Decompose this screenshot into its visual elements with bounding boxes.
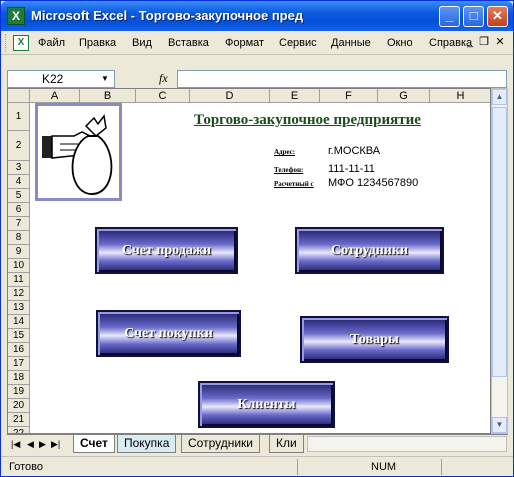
goods-button[interactable]: Товары [300,316,449,363]
account-label: Расчетный с [274,180,314,188]
title-bar[interactable]: X Microsoft Excel - Торгово-закупочное п… [1,1,513,31]
menu-file[interactable]: Файл [38,37,65,49]
name-box-dropdown-icon[interactable]: ▼ [101,74,109,83]
menu-bar: X Файл Правка Вид Вставка Формат Сервис … [1,31,513,55]
sheet-tab-bar: |◀ ◀ ▶ ▶| Счет Покупка Сотрудники Кли [7,434,508,456]
row-header-3[interactable]: 3 [8,161,30,175]
row-header-11[interactable]: 11 [8,273,30,287]
row-header-10[interactable]: 10 [8,259,30,273]
doc-restore-icon[interactable]: ❐ [477,35,491,49]
first-sheet-icon[interactable]: |◀ [11,439,20,450]
formula-bar: K22 ▼ fx [1,57,513,88]
scroll-up-icon[interactable]: ▲ [492,89,507,105]
num-lock-indicator: NUM [371,461,397,473]
row-header-1[interactable]: 1 [8,103,30,131]
row-header-16[interactable]: 16 [8,343,30,357]
menu-window[interactable]: Окно [387,37,413,49]
prev-sheet-icon[interactable]: ◀ [27,439,34,450]
vertical-scrollbar[interactable]: ▲ ▼ [491,88,508,434]
window-title: Microsoft Excel - Торгово-закупочное пре… [31,8,304,23]
menu-tools[interactable]: Сервис [279,37,317,49]
row-header-12[interactable]: 12 [8,287,30,301]
col-header-a[interactable]: A [30,89,80,103]
address-value: г.МОСКВА [328,145,381,157]
row-header-5[interactable]: 5 [8,189,30,203]
menu-format[interactable]: Формат [225,37,264,49]
tab-klienty[interactable]: Кли [269,435,304,453]
phone-label: Телефон: [274,166,304,174]
fx-icon[interactable]: fx [159,71,168,86]
workbook-icon[interactable]: X [13,35,29,51]
col-header-d[interactable]: D [190,89,270,103]
status-bar: Готово NUM [1,456,513,476]
name-box[interactable]: K22 [7,70,115,88]
menu-view[interactable]: Вид [132,37,152,49]
menu-edit[interactable]: Правка [79,37,116,49]
toolbar-gripper[interactable] [5,34,8,52]
doc-close-icon[interactable]: ✕ [493,35,507,49]
row-header-15[interactable]: 15 [8,329,30,343]
row-header-17[interactable]: 17 [8,357,30,371]
row-header-7[interactable]: 7 [8,217,30,231]
row-header-22[interactable]: 22 [8,427,30,433]
menu-data[interactable]: Данные [331,37,371,49]
sales-invoice-button[interactable]: Счет продажи [95,227,238,274]
row-header-4[interactable]: 4 [8,175,30,189]
company-heading: Торгово-закупочное предприятие [194,112,421,128]
status-divider [297,459,298,475]
tab-schet[interactable]: Счет [73,435,115,453]
formula-input[interactable] [177,70,507,88]
phone-value: 111-11-11 [328,163,375,175]
excel-window: X Microsoft Excel - Торгово-закупочное п… [0,0,514,477]
tab-pokupka[interactable]: Покупка [117,435,177,453]
tab-sotrudniki[interactable]: Сотрудники [181,435,260,453]
address-label: Адрес: [274,148,296,156]
minimize-button[interactable]: _ [439,6,460,27]
col-header-h[interactable]: H [430,89,490,103]
purchase-invoice-button[interactable]: Счет покупки [96,310,241,357]
row-header-19[interactable]: 19 [8,385,30,399]
select-all-corner[interactable] [8,89,30,103]
last-sheet-icon[interactable]: ▶| [51,439,60,450]
clients-button[interactable]: Клиенты [198,381,335,428]
row-header-18[interactable]: 18 [8,371,30,385]
maximize-button[interactable]: □ [463,6,484,27]
excel-app-icon[interactable]: X [7,7,25,25]
col-header-b[interactable]: B [80,89,136,103]
row-header-2[interactable]: 2 [8,131,30,161]
next-sheet-icon[interactable]: ▶ [39,439,46,450]
status-divider [441,459,442,475]
row-header-20[interactable]: 20 [8,399,30,413]
row-header-9[interactable]: 9 [8,245,30,259]
status-text: Готово [9,461,43,473]
row-header-6[interactable]: 6 [8,203,30,217]
employees-button[interactable]: Сотрудники [295,227,444,274]
close-button[interactable]: ✕ [487,6,508,27]
col-header-f[interactable]: F [320,89,378,103]
col-header-e[interactable]: E [270,89,320,103]
col-header-c[interactable]: C [136,89,190,103]
row-header-8[interactable]: 8 [8,231,30,245]
doc-minimize-icon[interactable]: _ [463,35,477,49]
row-header-14[interactable]: 14 [8,315,30,329]
menu-insert[interactable]: Вставка [168,37,209,49]
vertical-scroll-thumb[interactable] [492,107,507,377]
horizontal-scrollbar[interactable] [307,436,507,452]
row-header-21[interactable]: 21 [8,413,30,427]
worksheet-grid[interactable]: A B C D E F G H 1 2 3 4 5 6 7 8 9 10 11 … [7,88,491,434]
account-value: МФО 1234567890 [328,177,419,189]
money-bag-icon [38,106,119,198]
scroll-down-icon[interactable]: ▼ [492,417,507,433]
col-header-g[interactable]: G [378,89,430,103]
row-header-13[interactable]: 13 [8,301,30,315]
money-bag-logo [35,103,122,201]
